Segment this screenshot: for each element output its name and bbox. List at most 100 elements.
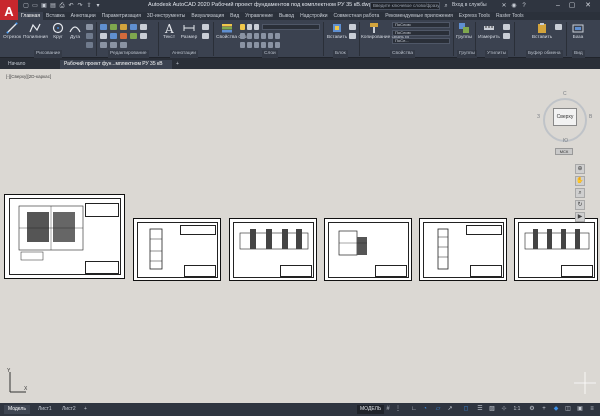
modify-panel-label[interactable]: Редактирование xyxy=(108,50,149,58)
drawing-sheet[interactable] xyxy=(229,218,317,281)
draw-panel-label[interactable]: Рисование xyxy=(34,50,63,58)
linetype-dropdown[interactable]: ПоСлою xyxy=(392,30,450,36)
drawing-sheet[interactable] xyxy=(133,218,221,281)
properties-panel-label[interactable]: Свойства xyxy=(390,50,416,58)
ellipse-icon[interactable] xyxy=(86,42,93,48)
rotate-icon[interactable] xyxy=(110,24,117,30)
base-view-button[interactable]: База xyxy=(569,22,587,40)
tab-3d-tools[interactable]: 3D-инструменты xyxy=(144,12,188,20)
viewport-controls[interactable]: [-][Сверху][2D-каркас] xyxy=(6,74,51,79)
lock-icon[interactable] xyxy=(254,24,259,30)
account-icon[interactable]: ◉ xyxy=(510,2,518,10)
grid-icon[interactable]: # xyxy=(384,406,392,413)
array-icon[interactable] xyxy=(140,33,147,39)
workspace-icon[interactable]: ▾ xyxy=(94,2,102,10)
tab-home[interactable]: Главная xyxy=(18,12,44,20)
orbit-icon[interactable]: ↻ xyxy=(575,200,585,210)
lineweight-icon[interactable]: ☰ xyxy=(476,406,484,413)
group-button[interactable]: Группы xyxy=(455,22,473,40)
layer-icon[interactable] xyxy=(268,33,273,39)
layer-properties-button[interactable]: Свойства слоя xyxy=(216,22,249,40)
workspace-switch-icon[interactable]: ⚙ xyxy=(528,406,536,413)
annotation-scale[interactable]: 1:1 xyxy=(508,406,526,413)
tab-view[interactable]: Вид xyxy=(227,12,242,20)
hatch-icon[interactable] xyxy=(86,33,93,39)
tab-output[interactable]: Вывод xyxy=(276,12,297,20)
close-button[interactable]: ✕ xyxy=(583,1,593,11)
layout-tab-sheet2[interactable]: Лист2 xyxy=(58,405,80,414)
drawing-sheet[interactable] xyxy=(419,218,507,281)
match-properties-button[interactable]: Копирование свойств xyxy=(361,22,409,40)
trim-icon[interactable] xyxy=(120,24,127,30)
view-panel-label[interactable]: Вид xyxy=(572,50,585,58)
tab-featured-apps[interactable]: Рекомендуемые приложения xyxy=(382,12,456,20)
join-icon[interactable] xyxy=(120,42,127,48)
drawing-sheet[interactable] xyxy=(324,218,412,281)
save-icon[interactable]: ▣ xyxy=(40,2,48,10)
layer-icon[interactable] xyxy=(254,33,259,39)
new-tab-button[interactable]: + xyxy=(172,60,183,69)
drawing-sheet[interactable] xyxy=(514,218,598,281)
compass-west[interactable]: З xyxy=(537,114,540,120)
minimize-button[interactable]: – xyxy=(553,1,563,11)
lineweight-dropdown[interactable]: ПоСл... xyxy=(392,38,450,44)
utilities-panel-label[interactable]: Утилиты xyxy=(485,50,509,58)
paste-button[interactable]: Вставить xyxy=(531,22,553,40)
fillet-icon[interactable] xyxy=(100,33,107,39)
layer-icon[interactable] xyxy=(254,42,259,48)
copy-icon[interactable] xyxy=(130,24,137,30)
layer-icon[interactable] xyxy=(247,42,252,48)
customization-icon[interactable]: ≡ xyxy=(588,406,596,413)
object-snap-icon[interactable]: ◻ xyxy=(462,406,470,413)
snap-icon[interactable]: ⋮ xyxy=(394,406,402,413)
arc-tool-button[interactable]: Дуга xyxy=(67,22,83,40)
isodraft-icon[interactable]: ▱ xyxy=(434,406,442,413)
object-snap-tracking-icon[interactable]: ↗ xyxy=(446,406,454,413)
layer-icon[interactable] xyxy=(275,33,280,39)
groups-panel-label[interactable]: Группы xyxy=(457,50,477,58)
sun-icon[interactable] xyxy=(247,24,252,30)
edit-block-icon[interactable] xyxy=(349,33,356,39)
zoom-icon[interactable]: ⌕ xyxy=(575,188,585,198)
line-tool-button[interactable]: Отрезок xyxy=(3,22,21,40)
search-input[interactable]: Введите ключевое слово/фразу xyxy=(370,2,440,10)
tab-insert[interactable]: Вставка xyxy=(43,12,68,20)
table-icon[interactable] xyxy=(202,33,209,39)
save-as-icon[interactable]: ▤ xyxy=(49,2,57,10)
quick-calc-icon[interactable] xyxy=(503,33,510,39)
clean-screen-icon[interactable]: ▣ xyxy=(576,406,584,413)
block-panel-label[interactable]: Блок xyxy=(333,50,348,58)
scale-icon[interactable] xyxy=(130,33,137,39)
layer-icon[interactable] xyxy=(240,33,245,39)
layout-tab-sheet1[interactable]: Лист1 xyxy=(34,405,56,414)
compass-east[interactable]: В xyxy=(589,114,592,120)
tab-express-tools[interactable]: Express Tools xyxy=(456,12,493,20)
color-dropdown[interactable]: ПоСлою xyxy=(392,22,450,28)
select-all-icon[interactable] xyxy=(503,24,510,30)
open-file-icon[interactable]: ▭ xyxy=(31,2,39,10)
layer-icon[interactable] xyxy=(268,42,273,48)
compass-south[interactable]: Ю xyxy=(563,138,568,144)
ucs-menu[interactable]: МСК xyxy=(555,148,573,155)
tab-addins[interactable]: Надстройки xyxy=(297,12,330,20)
text-tool-button[interactable]: A Текст xyxy=(161,22,177,40)
rectangle-icon[interactable] xyxy=(86,24,93,30)
offset-icon[interactable] xyxy=(110,42,117,48)
viewcube-top-face[interactable]: Сверху xyxy=(553,108,577,126)
annotation-monitor-icon[interactable]: + xyxy=(540,406,548,413)
tab-visualize[interactable]: Визуализация xyxy=(188,12,227,20)
tab-raster-tools[interactable]: Raster Tools xyxy=(493,12,527,20)
layers-panel-label[interactable]: Слои xyxy=(262,50,278,58)
stretch-icon[interactable] xyxy=(110,33,117,39)
layout-tab-model[interactable]: Модель xyxy=(4,405,30,414)
redo-icon[interactable]: ↷ xyxy=(76,2,84,10)
annotation-visibility-icon[interactable]: ⊹ xyxy=(500,406,508,413)
drawing-sheet[interactable] xyxy=(4,194,125,279)
move-icon[interactable] xyxy=(100,24,107,30)
showmotion-icon[interactable]: ▶ xyxy=(575,212,585,222)
create-block-icon[interactable] xyxy=(349,24,356,30)
annotate-panel-label[interactable]: Аннотации xyxy=(170,50,198,58)
polar-tracking-icon[interactable]: ◔ xyxy=(421,406,429,413)
explode-icon[interactable] xyxy=(100,42,107,48)
ortho-icon[interactable]: ∟ xyxy=(410,406,418,413)
